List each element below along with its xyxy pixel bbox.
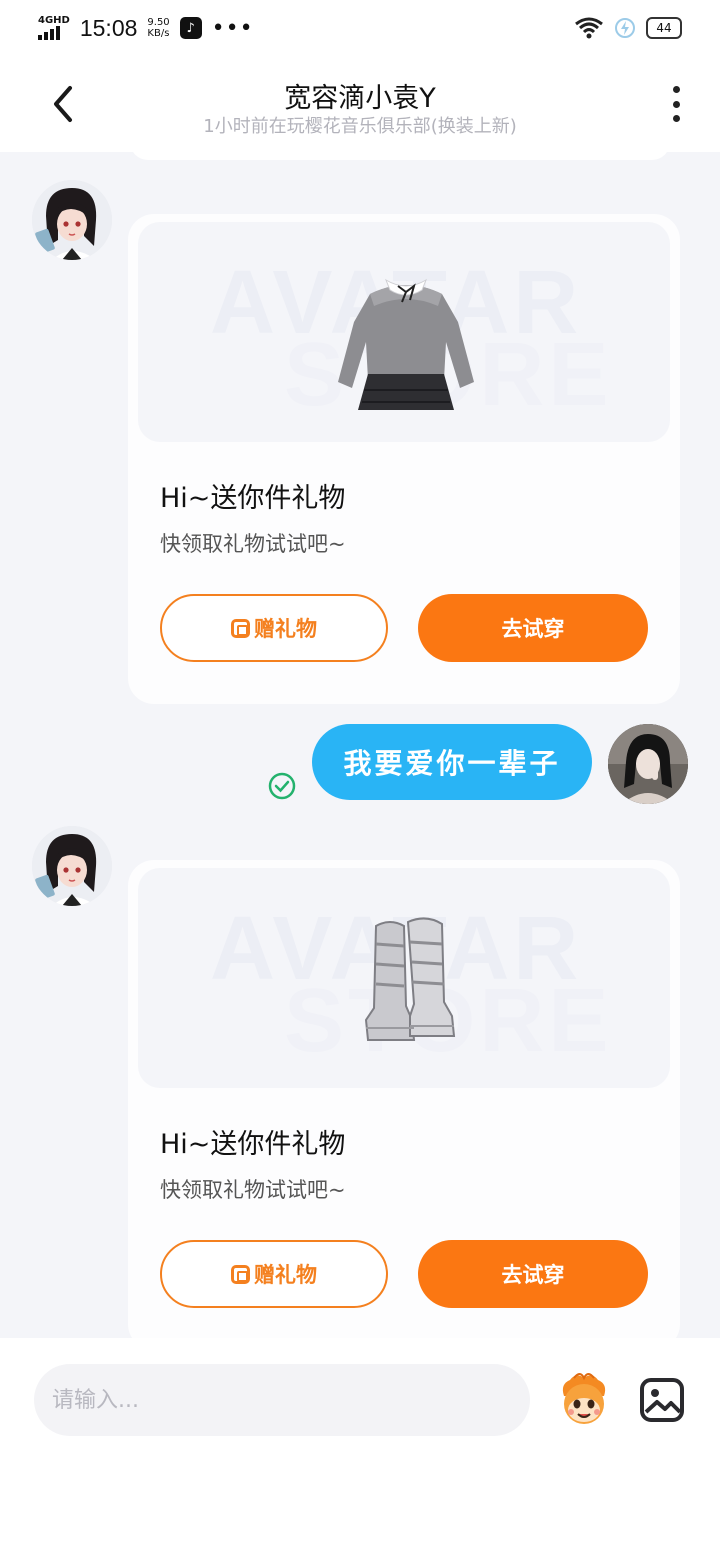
status-right: 44 — [574, 16, 682, 40]
contact-avatar[interactable] — [32, 180, 112, 260]
return-gift-button[interactable]: 赠礼物 — [160, 594, 388, 662]
gift-image[interactable]: AVATAR STORE — [138, 222, 670, 442]
previous-message-edge — [130, 152, 670, 160]
gift-title: Hi~送你件礼物 — [160, 1129, 346, 1160]
contact-name: 宽容滴小袁Y — [284, 83, 436, 114]
try-on-label: 去试穿 — [501, 1263, 565, 1287]
emoji-sticker-icon[interactable] — [554, 1370, 614, 1430]
chat-header: 宽容滴小袁Y 1小时前在玩樱花音乐俱乐部(换装上新) — [0, 56, 720, 152]
status-left: 4GHD 15:08 9.50 KB/s ♪ ••• — [38, 15, 254, 42]
status-bar: 4GHD 15:08 9.50 KB/s ♪ ••• 44 — [0, 0, 720, 56]
battery-icon: 44 — [646, 17, 682, 39]
gift-card: AVATAR STORE Hi~送你件礼物 快领取礼物试试吧~ 赠礼物 去试穿 — [128, 860, 680, 1338]
gift-title: Hi~送你件礼物 — [160, 483, 346, 514]
data-saver-icon — [615, 18, 635, 38]
try-on-label: 去试穿 — [501, 617, 565, 641]
return-gift-button[interactable]: 赠礼物 — [160, 1240, 388, 1308]
network-speed: 9.50 KB/s — [147, 17, 169, 39]
image-picker-icon[interactable] — [638, 1376, 686, 1424]
my-message-bubble[interactable]: 我要爱你一辈子 — [312, 724, 592, 800]
gift-description: 快领取礼物试试吧~ — [160, 532, 346, 556]
return-gift-label: 赠礼物 — [254, 1263, 317, 1287]
network-type: 4GHD — [38, 15, 70, 26]
speed-unit: KB/s — [147, 28, 170, 39]
gift-image[interactable]: AVATAR STORE — [138, 868, 670, 1088]
music-app-icon: ♪ — [179, 17, 202, 39]
more-notifications-icon: ••• — [211, 15, 254, 41]
boots-outfit-image — [364, 917, 456, 1041]
contact-activity-status: 1小时前在玩樱花音乐俱乐部(换装上新) — [203, 116, 517, 137]
photo-avatar-image — [608, 724, 688, 804]
my-message-text: 我要爱你一辈子 — [343, 747, 561, 780]
message-input[interactable] — [34, 1364, 530, 1436]
try-on-button[interactable]: 去试穿 — [418, 1240, 648, 1308]
wifi-icon — [575, 17, 603, 39]
contact-avatar[interactable] — [32, 826, 112, 906]
battery-level: 44 — [656, 21, 672, 35]
message-input-bar — [0, 1338, 720, 1544]
signal-icon: 4GHD — [38, 16, 70, 40]
clock: 15:08 — [79, 14, 138, 41]
return-gift-label: 赠礼物 — [254, 617, 317, 641]
anime-avatar-image — [32, 180, 112, 260]
gift-card: AVATAR STORE Hi~送你件礼物 快领取礼物试试吧~ 赠礼物 去试穿 — [128, 214, 680, 704]
try-on-button[interactable]: 去试穿 — [418, 594, 648, 662]
more-options-icon[interactable] — [660, 84, 692, 124]
gift-description: 快领取礼物试试吧~ — [160, 1178, 346, 1202]
speed-value: 9.50 — [147, 17, 170, 28]
sweater-skirt-outfit-image — [338, 278, 474, 410]
sent-check-icon — [268, 772, 296, 800]
chat-messages[interactable]: AVATAR STORE Hi~送你件礼物 快领取礼物试试吧~ 赠礼物 去试穿 … — [0, 152, 720, 1338]
gift-box-icon — [231, 1264, 250, 1284]
gift-box-icon — [231, 618, 250, 638]
my-avatar[interactable] — [608, 724, 688, 804]
anime-avatar-image — [32, 826, 112, 906]
